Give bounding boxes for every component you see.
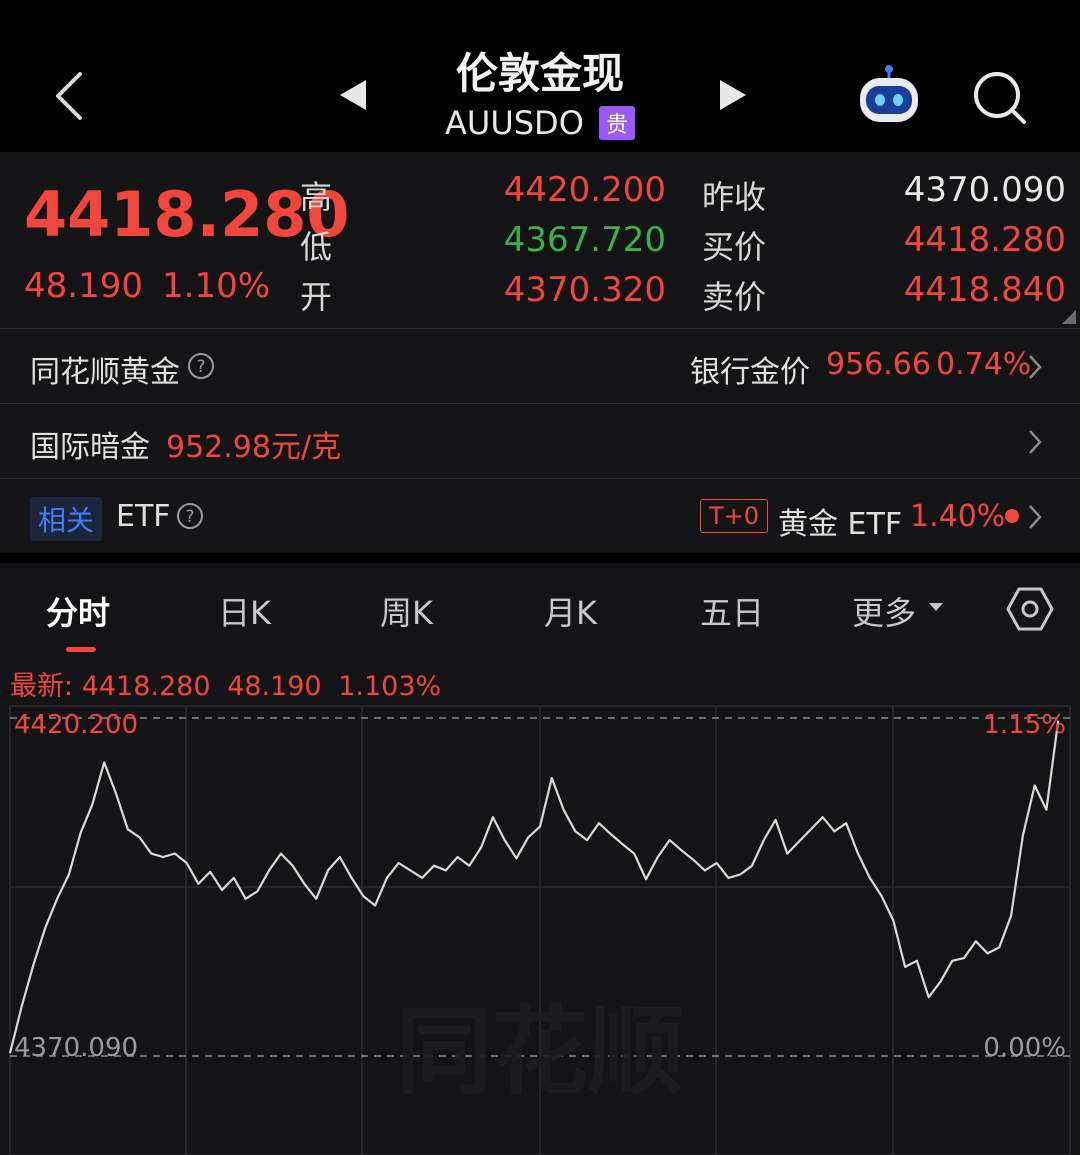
y-tick-top: 4420.200 <box>14 710 138 740</box>
prev-close-label: 昨收 <box>702 178 767 216</box>
right-tick-bottom: 0.00% <box>983 1033 1066 1063</box>
prev-instrument-icon[interactable] <box>336 76 370 114</box>
ths-gold-label: 同花顺黄金 <box>30 355 180 390</box>
symbol-line: AUUSDO 贵 <box>380 104 700 142</box>
low-value: 4367.720 <box>503 220 666 260</box>
latest-percent: 1.103% <box>338 671 442 702</box>
next-instrument-icon[interactable] <box>716 76 750 114</box>
tab-intraday[interactable]: 分时 <box>46 588 110 634</box>
notification-dot-icon <box>1005 509 1019 523</box>
related-etf-row[interactable]: 相关 ETF ? T+0 黄金 ETF 1.40% <box>0 479 1080 553</box>
latest-prefix: 最新: <box>10 671 74 702</box>
chevron-right-icon[interactable] <box>1026 503 1044 531</box>
intl-gold-label: 国际暗金 <box>30 430 150 465</box>
svg-text:?: ? <box>196 357 205 377</box>
y-tick-bottom: 4370.090 <box>14 1033 138 1063</box>
bank-gold-price: 956.66 <box>826 347 931 382</box>
ask-value: 4418.840 <box>903 270 1066 310</box>
open-value: 4370.320 <box>503 270 666 310</box>
bank-gold-label: 银行金价 <box>690 355 810 390</box>
etf-label: ETF <box>116 499 171 534</box>
active-tab-indicator <box>66 647 96 652</box>
change-value: 48.190 <box>24 266 143 306</box>
tab-weekly-k[interactable]: 周K <box>380 588 433 634</box>
svg-text:?: ? <box>185 507 194 527</box>
section-gap <box>0 553 1080 563</box>
settings-hexagon-icon[interactable] <box>1006 586 1054 632</box>
tab-daily-k[interactable]: 日K <box>218 588 271 634</box>
high-value: 4420.200 <box>503 170 666 210</box>
t0-tag: T+0 <box>700 499 769 533</box>
back-chevron-icon[interactable] <box>50 70 90 124</box>
intl-gold-value: 952.98元/克 <box>166 430 342 465</box>
latest-info-line: 最新: 4418.280 48.190 1.103% <box>10 664 441 703</box>
change-percent: 1.10% <box>162 266 271 306</box>
top-nav-bar: 伦敦金现 AUUSDO 贵 <box>0 0 1080 152</box>
tab-monthly-k[interactable]: 月K <box>544 588 597 634</box>
expand-corner-icon[interactable] <box>1062 310 1076 324</box>
tab-more[interactable]: 更多 <box>852 588 916 634</box>
bank-gold-percent: 0.74% <box>936 347 1032 382</box>
chevron-right-icon[interactable] <box>1026 353 1044 381</box>
robot-assistant-icon[interactable] <box>854 64 924 128</box>
help-icon[interactable]: ? <box>175 501 205 531</box>
gold-etf-label: 黄金 ETF <box>778 507 903 542</box>
page-title: 伦敦金现 <box>455 49 624 98</box>
dropdown-caret-icon[interactable] <box>928 601 944 613</box>
high-label: 高 <box>300 178 333 216</box>
ask-label: 卖价 <box>702 278 767 316</box>
intl-gold-row[interactable]: 国际暗金 952.98元/克 <box>0 404 1080 478</box>
help-icon[interactable]: ? <box>186 351 216 381</box>
low-label: 低 <box>300 228 333 266</box>
quote-panel: 4418.280 48.190 1.10% 高 低 开 4420.200 436… <box>0 152 1080 328</box>
tab-five-day[interactable]: 五日 <box>700 588 764 634</box>
open-label: 开 <box>300 278 333 316</box>
chevron-right-icon[interactable] <box>1026 428 1044 456</box>
intraday-line-chart[interactable]: 同花顺 4420.200 4370.090 1.15% 0.00% <box>0 700 1080 1155</box>
related-tag: 相关 <box>30 497 103 541</box>
gold-etf-percent: 1.40% <box>910 499 1006 534</box>
bid-label: 买价 <box>702 228 767 266</box>
category-badge: 贵 <box>598 106 635 140</box>
watermark-text: 同花顺 <box>396 996 684 1108</box>
search-icon[interactable] <box>970 68 1030 128</box>
gold-price-row[interactable]: 同花顺黄金 ? 银行金价 956.66 0.74% <box>0 329 1080 403</box>
prev-close-value: 4370.090 <box>903 170 1066 210</box>
right-tick-top: 1.15% <box>983 710 1066 740</box>
chart-tabs <box>0 563 1080 655</box>
latest-price: 4418.280 <box>81 671 211 702</box>
latest-change: 48.190 <box>227 671 322 702</box>
bid-value: 4418.280 <box>903 220 1066 260</box>
symbol-code: AUUSDO <box>445 104 584 142</box>
